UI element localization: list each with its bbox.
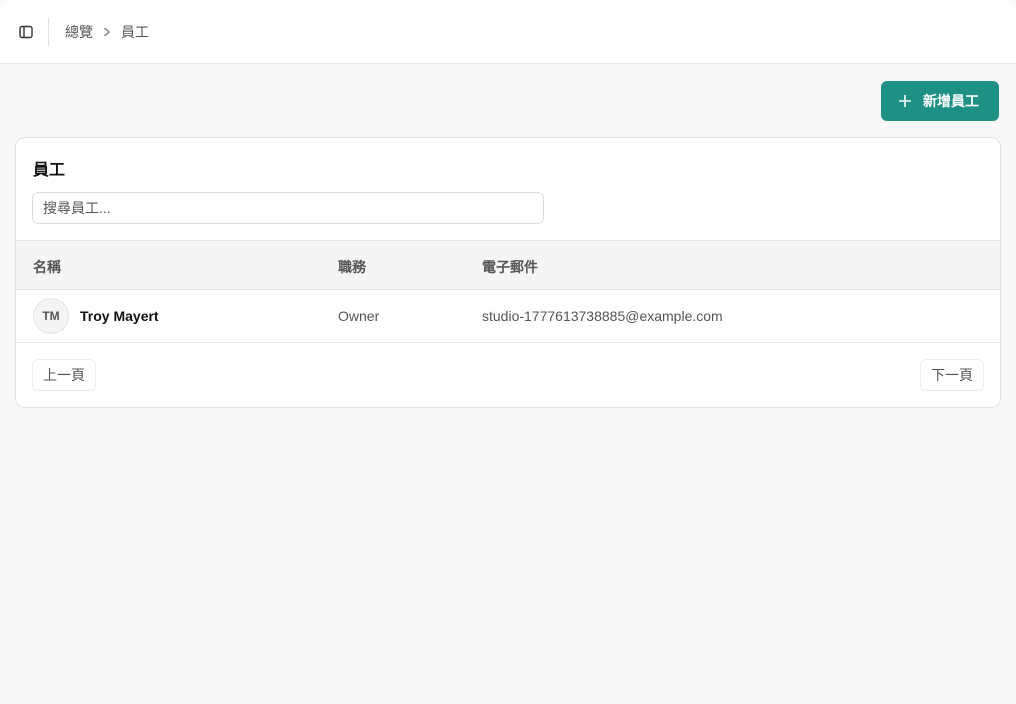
top-bar-divider [48, 18, 49, 46]
search-input[interactable] [32, 192, 544, 224]
breadcrumb: 總覽 員工 [65, 22, 149, 42]
sidebar-toggle-button[interactable] [14, 20, 38, 44]
sidebar-toggle-icon [19, 25, 33, 39]
plus-icon [899, 95, 911, 107]
column-header-email: 電子郵件 [482, 259, 538, 275]
previous-page-button[interactable]: 上一頁 [32, 359, 96, 391]
table-header: 名稱 職務 電子郵件 [16, 240, 1000, 290]
card-title: 員工 [33, 162, 66, 179]
column-header-name: 名稱 [33, 259, 61, 275]
next-page-button[interactable]: 下一頁 [920, 359, 984, 391]
add-employee-label: 新增員工 [923, 93, 979, 109]
column-header-role: 職務 [338, 259, 366, 275]
add-employee-button[interactable]: 新增員工 [881, 81, 999, 121]
top-bar: 總覽 員工 [0, 0, 1016, 64]
employees-card: 員工 名稱 職務 電子郵件 TM Troy Mayert Owner studi… [15, 137, 1001, 408]
avatar: TM [33, 298, 69, 334]
table-row[interactable]: TM Troy Mayert Owner studio-177761373888… [16, 290, 1000, 343]
chevron-right-icon [103, 27, 111, 37]
employee-email: studio-1777613738885@example.com [482, 308, 723, 324]
app-window: 總覽 員工 新增員工 員工 名稱 職務 電子郵件 TM Tr [0, 0, 1016, 704]
breadcrumb-current: 員工 [121, 24, 149, 40]
employee-role: Owner [338, 308, 380, 324]
breadcrumb-overview-link[interactable]: 總覽 [65, 22, 93, 42]
employee-name: Troy Mayert [80, 308, 159, 324]
